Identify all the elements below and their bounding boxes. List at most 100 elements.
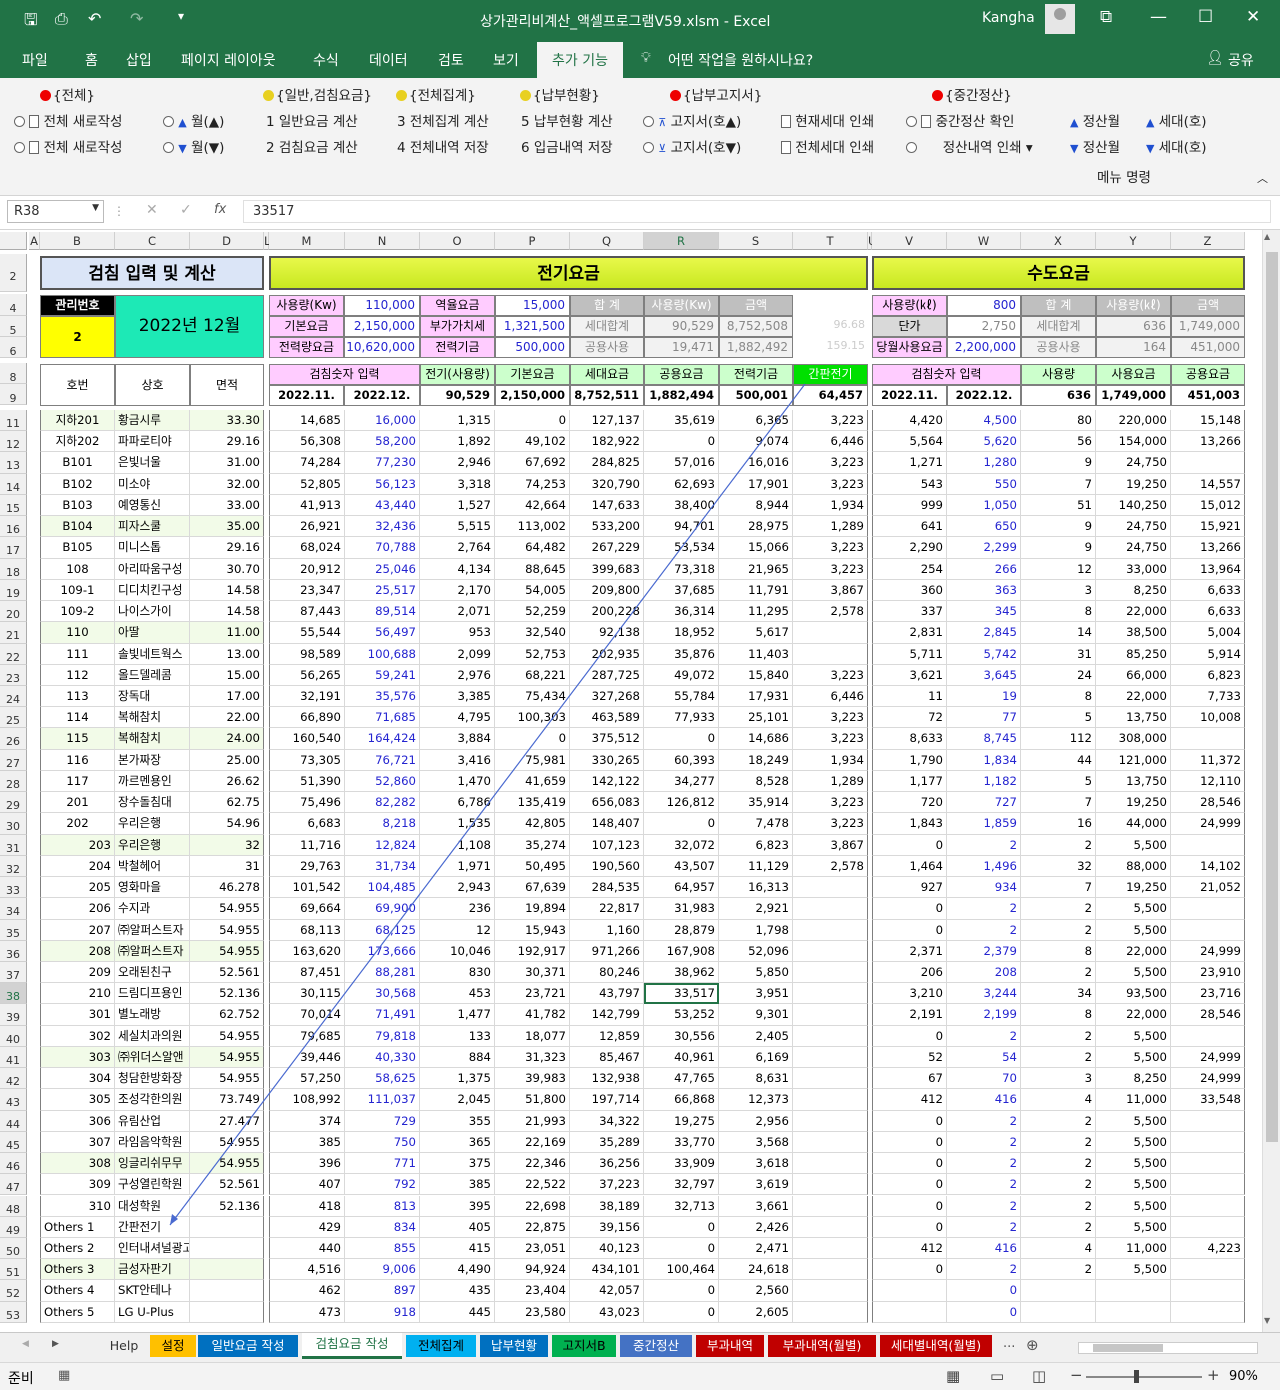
cell-Y12[interactable]: 154,000 [1096,431,1171,453]
cell-D28[interactable]: 26.62 [190,770,264,793]
cell-Y35[interactable]: 5,500 [1096,919,1171,941]
cell-V49[interactable]: 0 [872,1216,947,1238]
cell-B12[interactable]: 지하202 [40,431,115,453]
cell-N50[interactable]: 855 [345,1237,420,1260]
cell-Q34[interactable]: 22,817 [570,898,644,920]
cell-Z32[interactable]: 14,102 [1171,855,1245,878]
cell-Q44[interactable]: 34,322 [570,1110,644,1132]
cell-D19[interactable]: 14.58 [190,579,264,602]
cell-O14[interactable]: 3,318 [420,473,495,495]
cell-R44[interactable]: 19,275 [644,1110,719,1132]
cell-O46[interactable]: 375 [420,1153,495,1175]
cell-C46[interactable]: 잉글리쉬무무 [115,1153,190,1175]
cell-N52[interactable]: 897 [345,1280,420,1302]
cell-O49[interactable]: 405 [420,1216,495,1238]
cell-X18[interactable]: 12 [1021,558,1096,580]
row-header-35[interactable]: 35 [0,919,27,941]
cell-R50[interactable]: 0 [644,1237,719,1260]
column-header-V[interactable]: V [872,232,947,250]
cell-B31[interactable]: 203 [40,834,115,856]
cell-O29[interactable]: 6,786 [420,792,495,814]
cell-V13[interactable]: 1,271 [872,452,947,474]
cell-Y24[interactable]: 22,000 [1096,685,1171,708]
cell-V52[interactable] [872,1280,947,1302]
zoom-in-icon[interactable]: + [1207,1366,1220,1384]
cell-R12[interactable]: 0 [644,431,719,453]
cell-C28[interactable]: 까르멘용인 [115,770,190,793]
cell-P51[interactable]: 94,924 [495,1259,570,1281]
row-header-22[interactable]: 22 [0,643,27,665]
cell-T52[interactable] [793,1280,868,1302]
cell-B46[interactable]: 308 [40,1153,115,1175]
cell-R47[interactable]: 32,797 [644,1174,719,1196]
cell-B28[interactable]: 117 [40,770,115,793]
cell-C20[interactable]: 나이스가이 [115,601,190,623]
cell-P30[interactable]: 42,805 [495,813,570,835]
column-header-P[interactable]: P [495,232,570,250]
cell-P52[interactable]: 23,404 [495,1280,570,1302]
tab-home[interactable]: 홈 [85,50,98,70]
cell-P31[interactable]: 35,274 [495,834,570,856]
cell-O22[interactable]: 2,099 [420,643,495,665]
cell-X38[interactable]: 34 [1021,983,1096,1005]
tab-insert[interactable]: 삽입 [126,50,152,70]
cell-B40[interactable]: 302 [40,1025,115,1047]
cell-B15[interactable]: B103 [40,494,115,517]
row-header-16[interactable]: 16 [0,516,27,538]
cell-S27[interactable]: 18,249 [719,749,793,771]
cell-M34[interactable]: 69,664 [269,898,345,920]
cell-W18[interactable]: 266 [947,558,1021,580]
cell-Z17[interactable]: 13,266 [1171,537,1245,559]
cell-M33[interactable]: 101,542 [269,877,345,899]
row-header-42[interactable]: 42 [0,1068,27,1090]
cell-O20[interactable]: 2,071 [420,601,495,623]
cell-T33[interactable] [793,877,868,899]
cell-T18[interactable]: 3,223 [793,558,868,580]
cell-R40[interactable]: 30,556 [644,1025,719,1047]
cell-T34[interactable] [793,898,868,920]
cell-M45[interactable]: 385 [269,1131,345,1154]
water-info-value-2[interactable]: 2,200,000 [947,337,1021,358]
cell-Y17[interactable]: 24,750 [1096,537,1171,559]
cell-R23[interactable]: 49,072 [644,664,719,686]
cell-D47[interactable]: 52.561 [190,1174,264,1196]
row-header-20[interactable]: 20 [0,601,27,623]
cell-D29[interactable]: 62.75 [190,792,264,814]
cell-Y26[interactable]: 308,000 [1096,728,1171,750]
cell-V53[interactable] [872,1301,947,1323]
cell-M25[interactable]: 66,890 [269,707,345,729]
cell-Q51[interactable]: 434,101 [570,1259,644,1281]
cell-B35[interactable]: 207 [40,919,115,941]
row-header-39[interactable]: 39 [0,1004,27,1026]
cell-S29[interactable]: 35,914 [719,792,793,814]
cell-B51[interactable]: Others 3 [40,1259,115,1281]
cell-O39[interactable]: 1,477 [420,1004,495,1026]
elec-info-2-1[interactable]: 10,620,000 [344,337,420,358]
cell-X11[interactable]: 80 [1021,410,1096,432]
tell-me-search[interactable]: 어떤 작업을 원하시나요? [668,50,813,70]
cell-T32[interactable]: 2,578 [793,855,868,878]
cell-Y42[interactable]: 8,250 [1096,1068,1171,1090]
cell-V27[interactable]: 1,790 [872,749,947,771]
cell-Q48[interactable]: 38,189 [570,1195,644,1217]
cell-C34[interactable]: 수지과 [115,898,190,920]
cell-M15[interactable]: 41,913 [269,494,345,517]
cell-W16[interactable]: 650 [947,516,1021,538]
macro-record-icon[interactable]: ▦ [58,1368,70,1383]
cell-M29[interactable]: 75,496 [269,792,345,814]
cell-N30[interactable]: 8,218 [345,813,420,835]
cell-Q18[interactable]: 399,683 [570,558,644,580]
cell-X40[interactable]: 2 [1021,1025,1096,1047]
cell-Z39[interactable]: 28,546 [1171,1004,1245,1026]
cell-M18[interactable]: 20,912 [269,558,345,580]
cell-O13[interactable]: 2,946 [420,452,495,474]
cell-W52[interactable]: 0 [947,1280,1021,1302]
column-header-R[interactable]: R [644,232,719,250]
cell-O32[interactable]: 1,971 [420,855,495,878]
cell-Q27[interactable]: 330,265 [570,749,644,771]
cell-X45[interactable]: 2 [1021,1131,1096,1154]
cell-Z43[interactable]: 33,548 [1171,1089,1245,1111]
cell-M49[interactable]: 429 [269,1216,345,1238]
row-header-47[interactable]: 47 [0,1174,27,1196]
cell-X12[interactable]: 56 [1021,431,1096,453]
